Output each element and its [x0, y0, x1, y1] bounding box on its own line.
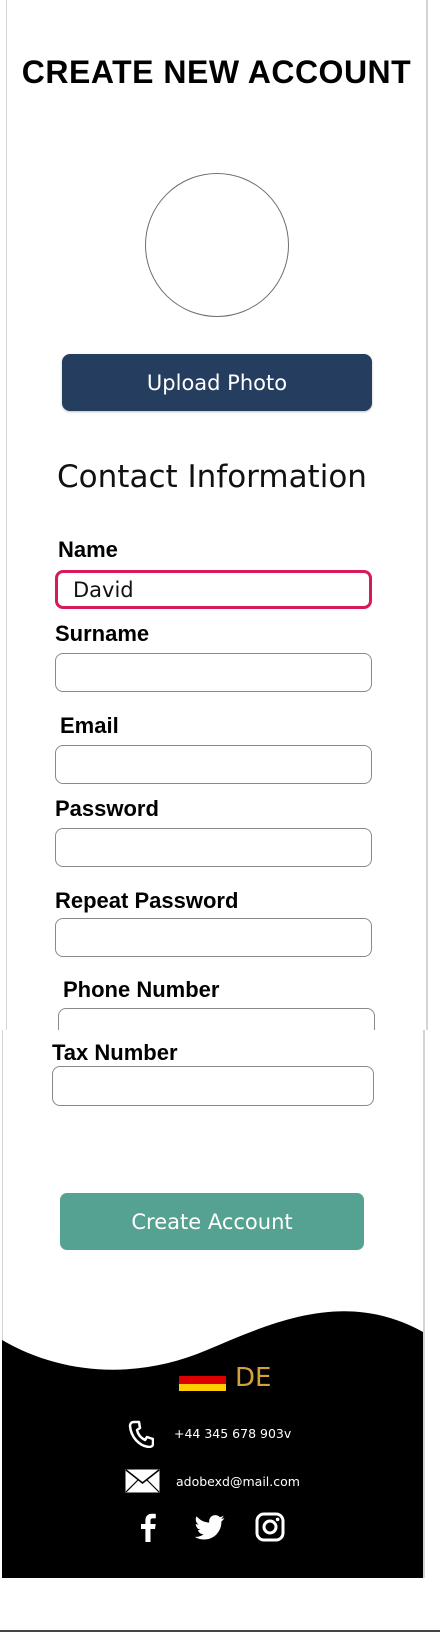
- facebook-icon[interactable]: [139, 1512, 157, 1542]
- frame-right-edge-lower: [423, 1030, 425, 1578]
- name-label: Name: [58, 537, 118, 562]
- email-label: Email: [60, 713, 119, 738]
- twitter-icon[interactable]: [195, 1515, 225, 1540]
- phone-icon: [128, 1420, 154, 1448]
- instagram-icon[interactable]: [255, 1512, 285, 1542]
- tax-number-label: Tax Number: [52, 1040, 178, 1065]
- repeat-password-label: Repeat Password: [55, 888, 239, 913]
- contact-information-heading: Contact Information: [57, 459, 367, 495]
- create-account-button[interactable]: Create Account: [60, 1193, 364, 1250]
- email-input[interactable]: [55, 745, 372, 784]
- page-title: CREATE NEW ACCOUNT: [21, 54, 412, 90]
- password-input[interactable]: [55, 828, 372, 867]
- surname-label: Surname: [55, 621, 150, 646]
- name-input[interactable]: David: [55, 570, 372, 609]
- mail-icon: [125, 1469, 160, 1493]
- language-code[interactable]: DE: [235, 1363, 271, 1393]
- footer-email[interactable]: adobexd@mail.com: [176, 1474, 300, 1489]
- repeat-password-input[interactable]: [55, 918, 372, 957]
- avatar-placeholder[interactable]: [145, 173, 289, 317]
- tax-number-input[interactable]: [52, 1066, 374, 1106]
- language-flag-icon[interactable]: [179, 1369, 226, 1391]
- surname-input[interactable]: [55, 653, 372, 692]
- upload-photo-button[interactable]: Upload Photo: [62, 354, 372, 411]
- footer-phone-number[interactable]: +44 345 678 903v: [174, 1426, 291, 1441]
- password-label: Password: [55, 796, 159, 821]
- frame-left-edge: [6, 0, 7, 1030]
- phone-number-label: Phone Number: [63, 977, 220, 1002]
- frame-right-edge: [426, 0, 428, 1030]
